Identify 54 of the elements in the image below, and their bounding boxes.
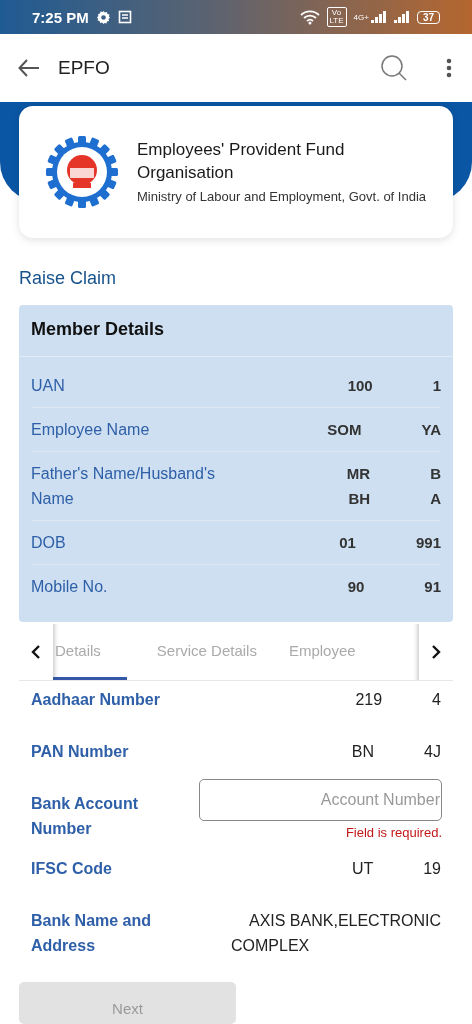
app-title: EPFO (58, 57, 110, 79)
field-value: MR (346, 464, 371, 484)
chevron-right-icon[interactable] (431, 645, 441, 659)
signal-icon (393, 11, 410, 23)
field-value: 19 (423, 859, 441, 879)
wifi-icon (299, 9, 320, 25)
field-label: Aadhaar Number (31, 690, 160, 710)
search-icon[interactable] (380, 54, 408, 82)
panel-title: Member Details (19, 305, 453, 357)
tab[interactable]: Details (53, 624, 127, 680)
field-label: Bank Account Number (31, 794, 139, 839)
tab[interactable]: Employee (286, 624, 358, 680)
field-value: BH (348, 489, 371, 509)
organisation-name: Employees' Provident Fund Organisation (137, 139, 346, 184)
field-label: IFSC Code (31, 859, 112, 879)
signal-icon (370, 11, 387, 23)
status-time: 7:25 PM (32, 8, 89, 26)
field-value: AXIS BANK,ELECTRONIC COMPLEX (231, 911, 441, 956)
network-label: 4G+ (353, 13, 369, 22)
field-label: PAN Number (31, 742, 129, 762)
field-label: Father's Name/Husband's Name (31, 464, 216, 509)
field-value: B (430, 464, 441, 484)
field-value: SOM (327, 420, 362, 440)
account-number-field[interactable]: Account Number (199, 779, 442, 821)
field-label: Employee Name (31, 420, 150, 440)
back-button[interactable] (16, 57, 42, 79)
field-label: UAN (31, 376, 65, 396)
gear-icon (95, 9, 111, 25)
ministry-name: Ministry of Labour and Employment, Govt. of India (137, 188, 427, 206)
field-label: Mobile No. (31, 577, 108, 597)
field-label: Bank Name and Address (31, 911, 153, 956)
field-value: 91 (424, 577, 441, 597)
field-value: 219 (355, 690, 383, 710)
section-title: Raise Claim (19, 268, 118, 289)
chevron-left-icon[interactable] (31, 645, 41, 659)
more-icon[interactable] (446, 58, 452, 78)
field-value: A (430, 489, 441, 509)
field-value: 90 (347, 577, 365, 597)
error-message: Field is required. (345, 824, 442, 842)
tab[interactable]: Service Details (154, 624, 259, 680)
field-value: 4 (432, 690, 441, 710)
field-value: 4J (424, 742, 441, 762)
field-value: 01 (339, 533, 356, 553)
volte-badge: Vo LTE (326, 7, 347, 27)
field-label: DOB (31, 533, 66, 553)
notification-icon (117, 10, 132, 24)
field-value: YA (421, 420, 441, 440)
field-value: 1 (432, 376, 441, 396)
field-value: BN (351, 742, 375, 762)
field-value: 991 (415, 533, 441, 553)
field-value: 100 (347, 376, 373, 396)
emblem-icon (45, 135, 119, 209)
battery-indicator: 37 (416, 10, 440, 24)
field-value: UT (351, 859, 374, 879)
